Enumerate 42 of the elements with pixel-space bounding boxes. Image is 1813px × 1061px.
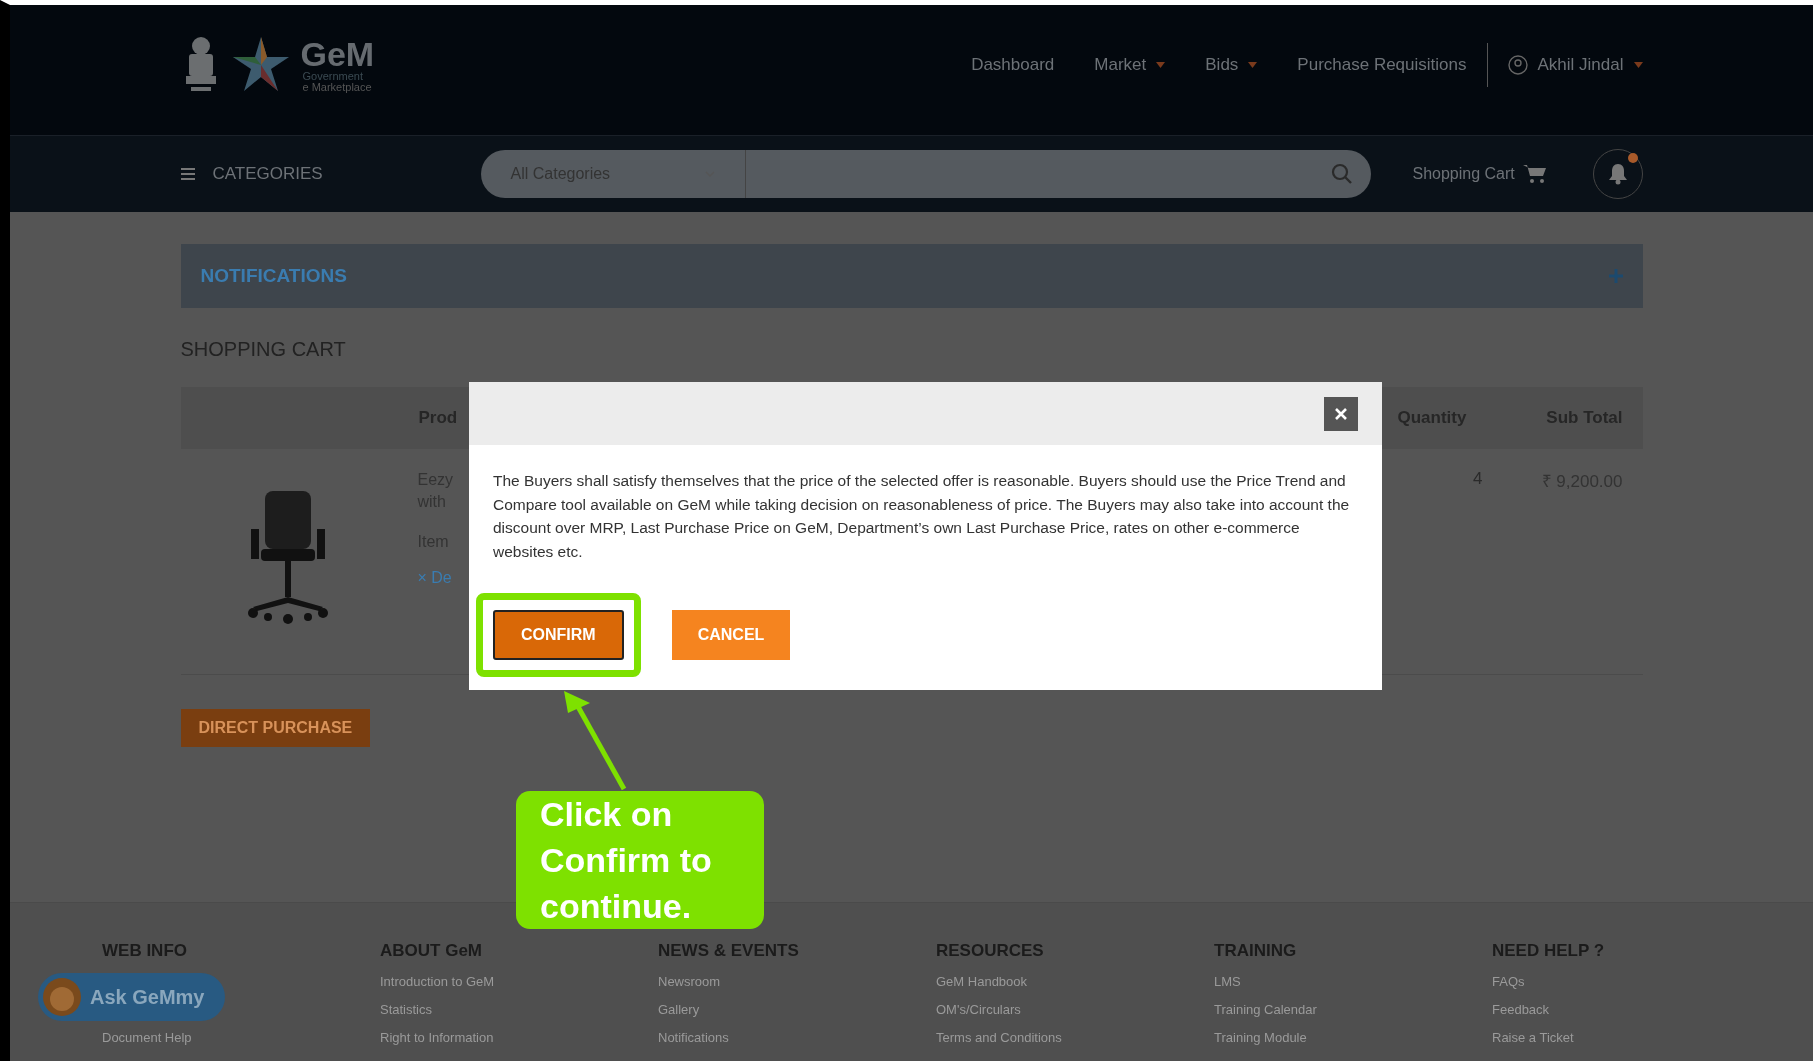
footer-link[interactable]: Notifications	[658, 1029, 936, 1047]
footer-link[interactable]: Statistics	[380, 1001, 658, 1019]
logo-subtitle: Government	[302, 71, 365, 82]
logo-subtitle: e Marketplace	[302, 82, 373, 93]
nav-link[interactable]: Purchase Requisitions	[1297, 55, 1467, 75]
footer-link[interactable]: Document Help	[102, 1029, 380, 1047]
cart-icon	[1522, 164, 1547, 184]
footer-link[interactable]: Right to Information	[380, 1029, 658, 1047]
footer-link[interactable]: Newsroom	[658, 973, 936, 991]
user-icon	[1507, 55, 1528, 75]
footer-link[interactable]: OM's/Circulars	[936, 1001, 1214, 1019]
footer-link[interactable]: LMS	[1214, 973, 1492, 991]
cancel-button[interactable]: CANCEL	[671, 610, 791, 660]
footer-link[interactable]: Training Module	[1214, 1029, 1492, 1047]
footer-link[interactable]: Training Calendar	[1214, 1001, 1492, 1019]
dialog-message: The Buyers shall satisfy themselves that the price of the selected offer is reasonable. Buyers should use the Price Trend and Compare tool available on GeM while taking decision on reasonableness of price. The Buyers may also take into account the discount over MRP, Last Purchase Price on GeM, Department’s own Last Purchase Price, rates on other e-commerce websites etc.	[493, 471, 1351, 562]
notifications-title: NOTIFICATIONS	[200, 265, 347, 287]
footer-link[interactable]: Feedback	[1492, 1001, 1770, 1019]
mascot-icon	[42, 977, 82, 1017]
chat-assistant-button[interactable]: Ask GeMmy	[38, 973, 225, 1021]
confirm-button[interactable]: CONFIRM	[493, 610, 624, 660]
nav-link[interactable]: Dashboard	[971, 55, 1055, 75]
footer-link[interactable]: FAQs	[1492, 973, 1770, 991]
close-icon	[1334, 406, 1348, 421]
user-menu[interactable]: Akhil Jindal	[1507, 55, 1643, 75]
footer-link[interactable]: Introduction to GeM	[380, 973, 658, 991]
nav-link[interactable]: Bids	[1205, 55, 1258, 75]
remove-link[interactable]: × De	[417, 567, 463, 589]
footer-link[interactable]: GeM Handbook	[936, 973, 1214, 991]
bell-icon	[1607, 163, 1628, 185]
shopping-cart-link[interactable]: Shopping Cart	[1412, 164, 1547, 184]
direct-purchase-button[interactable]: DIRECT PURCHASE	[180, 709, 371, 747]
footer-link[interactable]: Raise a Ticket	[1492, 1029, 1770, 1047]
callout-note: Click on Confirm to continue.	[516, 791, 764, 929]
categories-menu[interactable]: CATEGORIES	[180, 164, 481, 184]
notifications-panel[interactable]: NOTIFICATIONS	[180, 244, 1643, 308]
footer-link[interactable]: Gallery	[658, 1001, 936, 1019]
menu-icon	[180, 168, 195, 180]
close-button[interactable]	[1324, 396, 1358, 431]
footer-link[interactable]: Terms and Conditions	[936, 1029, 1214, 1047]
nav-link[interactable]: Market	[1094, 55, 1166, 75]
logo-name: GeM	[300, 37, 375, 71]
